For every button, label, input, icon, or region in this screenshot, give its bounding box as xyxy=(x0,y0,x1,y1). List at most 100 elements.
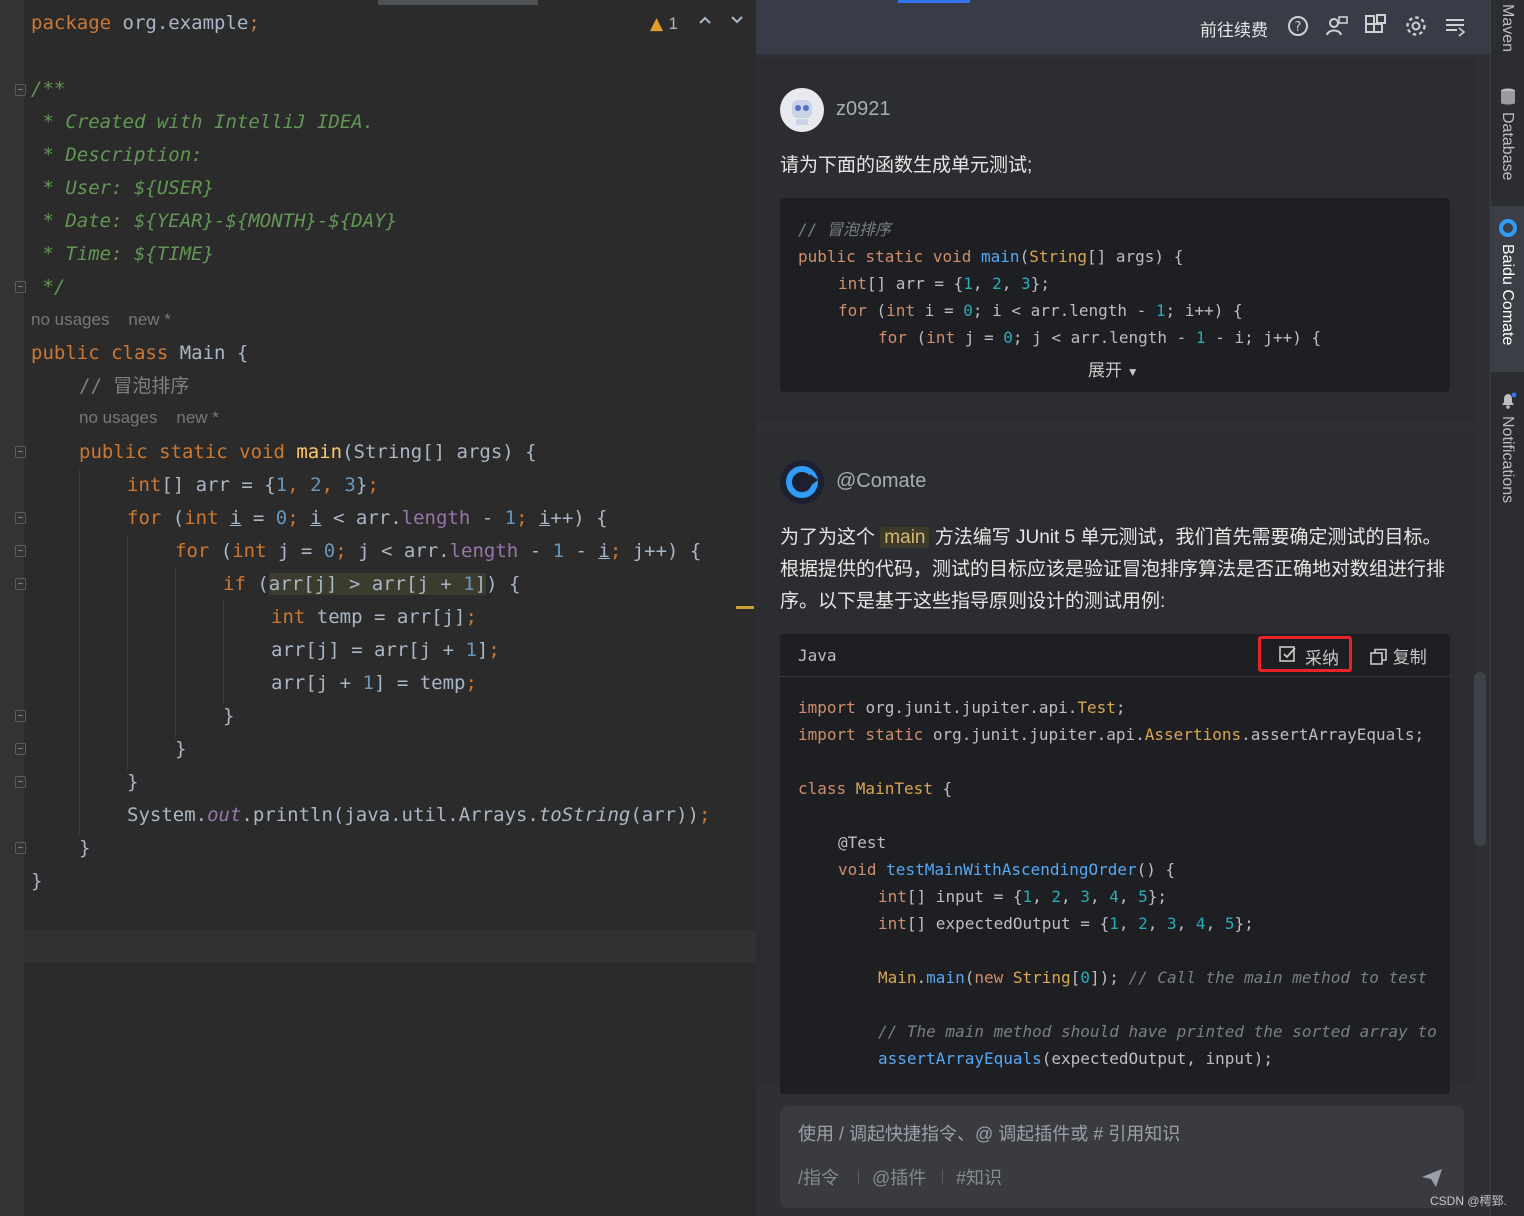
code-line: package org.example; xyxy=(31,12,260,34)
code-chip: main xyxy=(880,527,930,548)
code-line: int[] input = {1, 2, 3, 4, 5}; xyxy=(878,887,1168,906)
error-stripe-marker[interactable] xyxy=(736,606,754,609)
chat-input[interactable]: 使用 / 调起快捷指令、@ 调起插件或 # 引用知识 /指令 @插件 #知识 xyxy=(780,1106,1464,1208)
code-line: assertArrayEquals(expectedOutput, input)… xyxy=(878,1049,1273,1068)
code-line: int[] expectedOutput = {1, 2, 3, 4, 5}; xyxy=(878,914,1254,933)
code-line: } xyxy=(223,705,235,727)
code-line: int[] arr = {1, 2, 3}; xyxy=(838,274,1050,293)
warning-indicator[interactable]: ▲ 1 xyxy=(650,14,678,34)
feedback-icon[interactable] xyxy=(1325,14,1351,40)
code-line: for (int i = 0; i < arr.length - 1; i++)… xyxy=(838,301,1243,320)
fold-icon[interactable] xyxy=(15,84,26,96)
code-line: Main.main(new String[0]); // Call the ma… xyxy=(878,968,1428,987)
warning-icon: ▲ xyxy=(650,14,664,34)
editor-gutter xyxy=(0,0,24,1216)
gear-icon[interactable] xyxy=(1404,14,1430,40)
indent-guide xyxy=(79,470,80,835)
expand-button[interactable]: 展开 ▼ xyxy=(1088,356,1139,381)
code-vision-hint[interactable]: no usages new * xyxy=(79,408,219,428)
code-line: } xyxy=(127,771,139,793)
plugins-icon[interactable] xyxy=(1364,14,1390,40)
copy-button[interactable]: 复制 xyxy=(1370,643,1427,671)
shortcut-plugin[interactable]: @插件 xyxy=(872,1164,926,1190)
divider xyxy=(942,1170,943,1184)
renew-link[interactable]: 前往续费 xyxy=(1200,16,1268,41)
comate-avatar xyxy=(780,460,824,504)
code-editor[interactable]: ▲ 1 package org.example; /** * Created w… xyxy=(0,0,756,1216)
fold-icon[interactable] xyxy=(15,776,26,788)
fold-icon[interactable] xyxy=(15,512,26,524)
code-line: public static void main(String[] args) { xyxy=(798,247,1184,266)
menu-icon[interactable] xyxy=(1444,14,1470,40)
tool-window-strip: Maven Database Baidu Comate Notification… xyxy=(1490,0,1524,1216)
code-vision-hint[interactable]: no usages new * xyxy=(31,310,171,330)
bot-name: @Comate xyxy=(836,470,927,492)
database-icon xyxy=(1500,88,1516,110)
code-line: for (int i = 0; i < arr.length - 1; i++)… xyxy=(127,507,608,529)
next-highlight-icon[interactable] xyxy=(730,12,744,32)
shortcut-command[interactable]: /指令 xyxy=(798,1164,839,1190)
fold-icon[interactable] xyxy=(15,281,26,293)
code-line: } xyxy=(31,870,43,892)
panel-scrollbar[interactable] xyxy=(1474,672,1486,846)
baidu-comate-tab[interactable]: Baidu Comate xyxy=(1498,244,1516,345)
fold-icon[interactable] xyxy=(15,446,26,458)
previous-highlight-icon[interactable] xyxy=(698,12,712,32)
code-comment: // The main method should have printed t… xyxy=(878,1022,1437,1041)
code-line: for (int j = 0; j < arr.length - 1 - i; … xyxy=(175,540,702,562)
doc-comment-line: * Description: xyxy=(31,144,203,166)
caret-down-icon: ▼ xyxy=(1126,365,1139,379)
code-line: for (int j = 0; j < arr.length - 1 - i; … xyxy=(878,328,1322,347)
fold-icon[interactable] xyxy=(15,578,26,590)
comate-logo-icon xyxy=(1498,218,1518,242)
doc-comment-line: * Date: ${YEAR}-${MONTH}-${DAY} xyxy=(31,210,398,232)
indent-guide xyxy=(223,601,224,705)
code-line: } xyxy=(79,837,91,859)
code-line: } xyxy=(175,738,187,760)
user-name: z0921 xyxy=(836,98,891,120)
svg-text:?: ? xyxy=(1295,20,1302,35)
watermark: CSDN @樗郅. xyxy=(1430,1194,1507,1208)
code-block-header: Java 采纳 复制 xyxy=(780,634,1450,677)
code-line: arr[j] = arr[j + 1]; xyxy=(271,639,500,661)
adopt-button[interactable]: 采纳 xyxy=(1258,636,1352,672)
code-line: public static void main(String[] args) { xyxy=(79,441,537,463)
doc-comment-line: */ xyxy=(31,276,66,298)
fold-icon[interactable] xyxy=(15,743,26,755)
indent-guide xyxy=(127,535,128,770)
doc-comment-line: * Time: ${TIME} xyxy=(31,243,215,265)
help-icon[interactable]: ? xyxy=(1286,14,1312,40)
code-line: import org.junit.jupiter.api.Test; xyxy=(798,698,1126,717)
doc-comment-line: * Created with IntelliJ IDEA. xyxy=(31,111,375,133)
user-avatar xyxy=(780,88,824,132)
notifications-tab[interactable]: Notifications xyxy=(1498,416,1516,503)
code-line: arr[j + 1] = temp; xyxy=(271,672,477,694)
line-comment: // 冒泡排序 xyxy=(79,375,190,397)
user-message: z0921 请为下面的函数生成单元测试; // 冒泡排序 public stat… xyxy=(756,58,1476,422)
database-tab[interactable]: Database xyxy=(1498,112,1516,181)
panel-toolbar: 前往续费 ? xyxy=(756,0,1490,54)
code-line: void testMainWithAscendingOrder() { xyxy=(838,860,1176,879)
bot-message: @Comate 为了为这个 main 方法编写 JUnit 5 单元测试，我们首… xyxy=(756,432,1476,1094)
fold-icon[interactable] xyxy=(15,710,26,722)
doc-comment-line: * User: ${USER} xyxy=(31,177,215,199)
code-line: public class Main { xyxy=(31,342,249,364)
horizontal-scroll-thumb[interactable] xyxy=(378,0,538,5)
shortcut-knowledge[interactable]: #知识 xyxy=(956,1164,1002,1190)
code-comment: // 冒泡排序 xyxy=(798,220,891,239)
send-icon[interactable] xyxy=(1420,1166,1444,1190)
code-line: System.out.println(java.util.Arrays.toSt… xyxy=(127,804,711,826)
fold-icon[interactable] xyxy=(15,545,26,557)
fold-icon[interactable] xyxy=(15,842,26,854)
copy-icon xyxy=(1370,648,1388,671)
code-line: int temp = arr[j]; xyxy=(271,606,477,628)
doc-comment-line: /** xyxy=(31,78,66,100)
checkbox-icon xyxy=(1279,645,1297,668)
code-line: if (arr[j] > arr[j + 1]) { xyxy=(223,573,521,595)
code-line: class MainTest { xyxy=(798,779,953,798)
bot-reply-text: 为了为这个 main 方法编写 JUnit 5 单元测试，我们首先需要确定测试的… xyxy=(780,527,1446,612)
code-line: int[] arr = {1, 2, 3}; xyxy=(127,474,379,496)
maven-tab[interactable]: Maven xyxy=(1498,4,1516,52)
divider xyxy=(858,1170,859,1184)
bell-icon xyxy=(1499,392,1517,414)
